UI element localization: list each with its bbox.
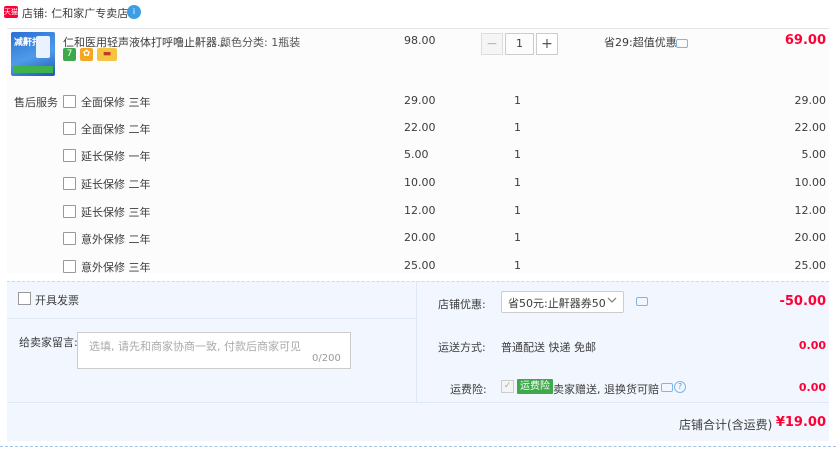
service-row: 延长保修 三年 12.00 1 12.00 <box>0 202 836 222</box>
tmall-badge: 天猫 <box>4 6 18 18</box>
card-payment-icon[interactable]: ▬ <box>97 48 117 61</box>
service-total: 29.00 <box>794 94 827 107</box>
service-name: 延长保修 三年 <box>81 206 151 219</box>
service-checkbox[interactable] <box>63 205 76 218</box>
product-thumbnail[interactable]: 减鼾打鼾 <box>11 32 55 76</box>
chat-seller-icon[interactable]: i <box>127 5 141 19</box>
service-price: 12.00 <box>404 204 436 217</box>
product-bottle-image <box>36 36 50 58</box>
service-total: 10.00 <box>794 176 827 189</box>
coupon-label: 店铺优惠: <box>438 298 486 311</box>
unit-price: 98.00 <box>404 34 436 47</box>
insurance-description: 卖家赠送, 退换货可赔 <box>553 383 659 396</box>
service-qty: 1 <box>514 121 521 134</box>
service-total: 22.00 <box>794 121 827 134</box>
service-name: 全面保修 三年 <box>81 96 151 109</box>
shipping-label: 运送方式: <box>438 341 486 354</box>
service-qty: 1 <box>514 231 521 244</box>
service-price: 29.00 <box>404 94 436 107</box>
divider <box>7 318 417 319</box>
memo-char-count: 0/200 <box>312 353 341 364</box>
service-name: 延长保修 一年 <box>81 150 151 163</box>
shipping-amount: 0.00 <box>798 339 826 352</box>
question-icon[interactable]: ? <box>674 381 686 393</box>
seven-day-return-icon[interactable]: 7 <box>63 48 76 61</box>
product-sku: 颜色分类: 1瓶装 <box>220 36 301 49</box>
section-border <box>0 446 836 447</box>
insurance-badge: 运费险 <box>517 379 553 394</box>
service-total: 5.00 <box>801 148 827 161</box>
insurance-amount: 0.00 <box>798 381 826 394</box>
invoice-checkbox[interactable] <box>18 292 31 305</box>
service-name: 全面保修 二年 <box>81 123 151 136</box>
service-checkbox[interactable] <box>63 122 76 135</box>
service-qty: 1 <box>514 148 521 161</box>
service-qty: 1 <box>514 204 521 217</box>
service-checkbox[interactable] <box>63 177 76 190</box>
service-checkbox[interactable] <box>63 260 76 273</box>
divider <box>7 402 829 403</box>
service-row: 意外保修 二年 20.00 1 20.00 <box>0 229 836 249</box>
service-total: 25.00 <box>794 259 827 272</box>
divider <box>416 281 417 403</box>
service-row: 延长保修 一年 5.00 1 5.00 <box>0 146 836 166</box>
service-total: 12.00 <box>794 204 827 217</box>
shop-total-label: 店铺合计(含运费) <box>679 418 773 432</box>
guarantee-icon[interactable]: ✿ <box>80 48 93 61</box>
coupon-selected-value: 省50元:止鼾器券50 <box>508 297 606 310</box>
service-name: 意外保修 三年 <box>81 261 151 274</box>
service-qty: 1 <box>514 259 521 272</box>
service-name: 意外保修 二年 <box>81 233 151 246</box>
coupon-info-icon[interactable] <box>636 297 648 306</box>
service-price: 22.00 <box>404 121 436 134</box>
invoice-label[interactable]: 开具发票 <box>35 292 79 308</box>
quantity-increase-button[interactable]: + <box>536 33 558 55</box>
service-checkbox[interactable] <box>63 149 76 162</box>
service-price: 5.00 <box>404 148 429 161</box>
service-checkbox[interactable] <box>63 232 76 245</box>
service-row: 意外保修 三年 25.00 1 25.00 <box>0 257 836 277</box>
item-total: 69.00 <box>784 33 826 48</box>
memo-label: 给卖家留言: <box>19 336 78 349</box>
service-row: 延长保修 二年 10.00 1 10.00 <box>0 174 836 194</box>
shop-name-link[interactable]: 店铺: 仁和家广专卖店 <box>22 5 128 21</box>
shipping-method: 普通配送 快递 免邮 <box>501 341 596 354</box>
quantity-input[interactable]: 1 <box>505 33 534 55</box>
service-row: 全面保修 二年 22.00 1 22.00 <box>0 119 836 139</box>
discount-info-icon[interactable] <box>676 39 688 48</box>
service-price: 25.00 <box>404 259 436 272</box>
shop-total-amount: ¥19.00 <box>775 415 826 430</box>
insurance-checkbox: ✓ <box>501 380 514 393</box>
service-price: 20.00 <box>404 231 436 244</box>
insurance-label: 运费险: <box>450 383 487 396</box>
insurance-chat-icon[interactable] <box>661 383 673 392</box>
service-name: 延长保修 二年 <box>81 178 151 191</box>
service-total: 20.00 <box>794 231 827 244</box>
service-price: 10.00 <box>404 176 436 189</box>
service-qty: 1 <box>514 94 521 107</box>
quantity-decrease-button[interactable]: − <box>481 33 503 55</box>
thumbnail-banner <box>13 66 53 73</box>
service-row: 全面保修 三年 29.00 1 29.00 <box>0 92 836 112</box>
coupon-amount: -50.00 <box>779 294 826 309</box>
service-qty: 1 <box>514 176 521 189</box>
chevron-down-icon <box>607 297 617 303</box>
memo-placeholder: 选填, 请先和商家协商一致, 付款后商家可见 <box>89 340 301 353</box>
discount-text: 省29:超值优惠 <box>604 36 677 49</box>
service-checkbox[interactable] <box>63 95 76 108</box>
